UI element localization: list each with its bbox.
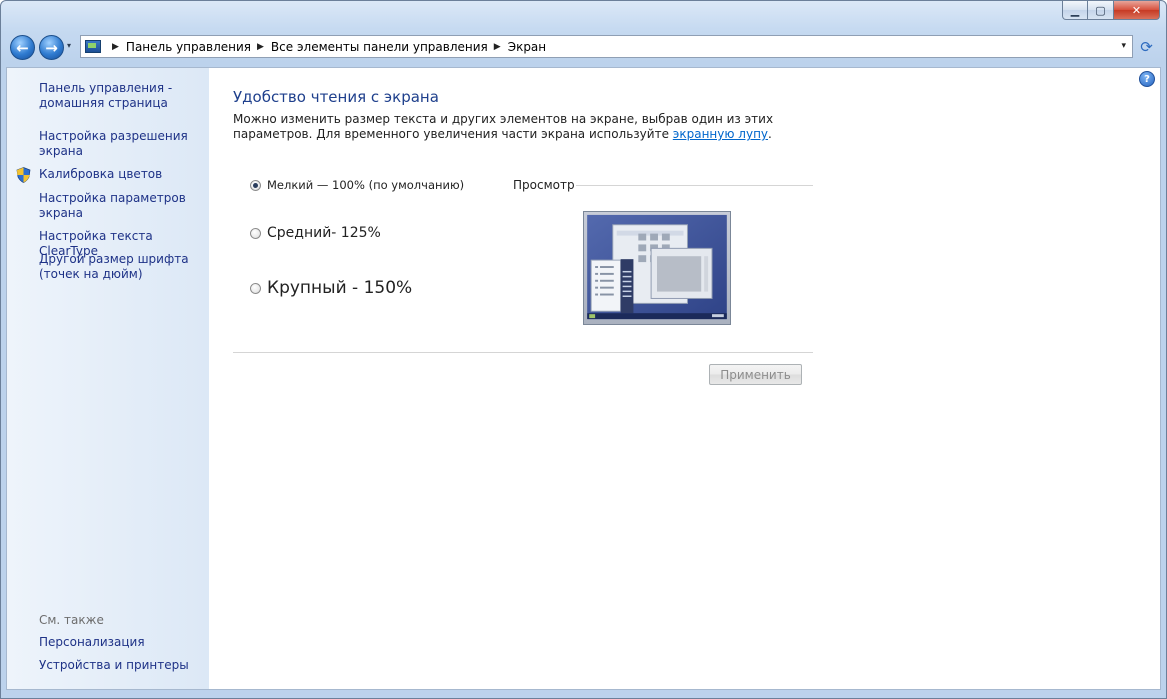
sidebar-link-personalization[interactable]: Персонализация [39,635,145,650]
option-small[interactable]: Мелкий — 100% (по умолчанию) [250,178,464,192]
option-label: Крупный - 150% [267,278,413,298]
help-button[interactable]: ? [1139,71,1155,87]
minimize-button[interactable]: ▁ [1062,1,1088,20]
options-divider [233,352,813,353]
breadcrumb-separator-icon[interactable]: ▶ [494,42,501,52]
help-icon: ? [1144,73,1150,85]
preview-divider [576,185,813,186]
page-description: Можно изменить размер текста и других эл… [233,112,803,142]
navigation-bar: ← → ▾ ▶ Панель управления ▶ Все элементы… [1,31,1166,63]
option-label: Средний- 125% [267,225,381,241]
option-medium[interactable]: Средний- 125% [250,225,381,241]
radio-button[interactable] [250,227,261,239]
sidebar-link-custom-dpi[interactable]: Другой размер шрифта (точек на дюйм) [39,252,189,282]
caption-buttons: ▁ ▢ ✕ [1062,1,1160,20]
radio-button[interactable] [250,179,261,191]
breadcrumb-separator-icon[interactable]: ▶ [257,42,264,52]
sidebar-link-devices-printers[interactable]: Устройства и принтеры [39,658,189,673]
recent-pages-dropdown[interactable]: ▾ [67,41,71,50]
see-also-heading: См. также [39,613,104,627]
breadcrumb-separator-icon[interactable]: ▶ [112,42,119,52]
address-dropdown-icon[interactable]: ▾ [1121,41,1126,51]
task-pane: Панель управления - домашняя страница На… [7,68,209,689]
forward-button[interactable]: → [39,35,64,60]
close-button[interactable]: ✕ [1114,1,1160,20]
preview-image [583,211,731,325]
uac-shield-icon [16,167,31,183]
option-large[interactable]: Крупный - 150% [250,278,412,298]
sidebar-link-resolution[interactable]: Настройка разрешения экрана [39,129,188,159]
sidebar-link-display-settings[interactable]: Настройка параметров экрана [39,191,186,221]
magnifier-link[interactable]: экранную лупу [673,127,768,141]
maximize-button[interactable]: ▢ [1088,1,1114,20]
breadcrumb-display[interactable]: Экран [508,40,546,54]
sidebar-link-home[interactable]: Панель управления - домашняя страница [39,81,172,111]
back-arrow-icon: ← [16,38,29,57]
description-end: . [768,127,772,141]
refresh-icon: ⟳ [1140,37,1153,56]
preview-label: Просмотр [513,178,575,192]
sidebar-link-color-calibration[interactable]: Калибровка цветов [39,167,162,182]
control-panel-window: ▁ ▢ ✕ ← → ▾ ▶ Панель управления ▶ Все эл… [0,0,1167,699]
breadcrumb-control-panel[interactable]: Панель управления [126,40,251,54]
forward-arrow-icon: → [45,38,58,57]
control-panel-icon [85,40,101,53]
radio-button[interactable] [250,282,261,294]
refresh-button[interactable]: ⟳ [1135,35,1158,58]
page-title: Удобство чтения с экрана [233,88,439,106]
address-bar[interactable]: ▶ Панель управления ▶ Все элементы панел… [80,35,1133,58]
option-label: Мелкий — 100% (по умолчанию) [267,178,465,192]
back-button[interactable]: ← [10,35,35,60]
breadcrumb-all-items[interactable]: Все элементы панели управления [271,40,488,54]
main-panel: ? Удобство чтения с экрана Можно изменит… [209,68,1160,689]
content-area: Панель управления - домашняя страница На… [6,67,1161,690]
apply-button[interactable]: Применить [709,364,802,385]
